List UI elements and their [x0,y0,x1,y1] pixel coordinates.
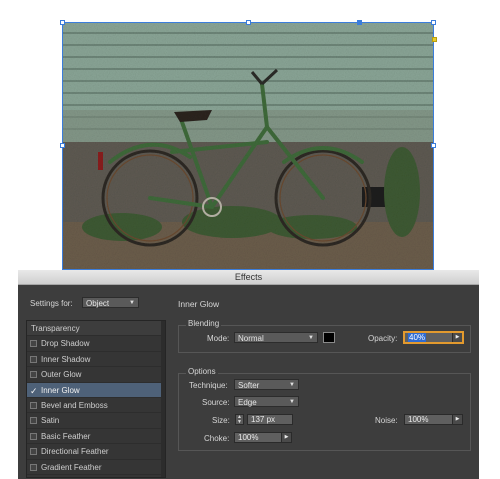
effects-list: Transparency Drop Shadow Inner Shadow Ou… [26,320,166,478]
noise-value: 100% [408,415,429,424]
chevron-right-icon[interactable]: ▶ [281,433,291,442]
list-item-satin[interactable]: Satin [27,413,165,429]
chevron-right-icon[interactable]: ▶ [452,333,462,342]
handle-middle-left[interactable] [60,143,65,148]
list-item-label: Inner Shadow [41,354,91,364]
list-item-inner-glow[interactable]: Inner Glow [27,382,165,399]
blending-legend: Blending [186,319,222,328]
settings-for-dropdown[interactable]: Object ▼ [82,297,139,308]
list-item-label: Bevel and Emboss [41,400,108,410]
list-item-label: Gradient Feather [41,462,102,472]
handle-top-center[interactable] [246,20,251,25]
technique-label: Technique: [189,381,228,390]
checkbox[interactable] [30,463,37,471]
technique-dropdown[interactable]: Softer ▼ [234,379,299,390]
size-field[interactable]: 137 px [247,414,293,425]
dialog-title: Effects [18,270,479,285]
checkbox[interactable] [30,417,37,425]
size-stepper[interactable]: ▲ ▼ [235,414,244,425]
list-item-outer-glow[interactable]: Outer Glow [27,367,165,383]
checkbox[interactable] [30,355,37,363]
checkbox[interactable] [30,340,37,348]
checkbox[interactable] [30,432,37,440]
settings-for-label: Settings for: [30,299,73,308]
chevron-down-icon: ▼ [129,300,135,306]
color-swatch[interactable] [323,332,335,343]
panel-title: Inner Glow [178,299,220,309]
corner-options-handle[interactable] [432,37,437,42]
list-item-gradient-feather[interactable]: Gradient Feather [27,460,165,475]
checkbox[interactable] [30,448,37,456]
opacity-label: Opacity: [368,334,398,343]
list-item-drop-shadow[interactable]: Drop Shadow [27,336,165,352]
list-item-basic-feather[interactable]: Basic Feather [27,429,165,445]
handle-top-left[interactable] [60,20,65,25]
chevron-right-icon[interactable]: ▶ [452,415,462,424]
canvas-image[interactable] [62,22,434,270]
source-value: Edge [238,398,257,407]
list-item-bevel-and-emboss[interactable]: Bevel and Emboss [27,398,165,414]
source-label: Source: [202,398,230,407]
handle-middle-right[interactable] [431,143,436,148]
list-scrollbar[interactable] [161,321,165,477]
options-legend: Options [186,367,218,376]
opacity-field[interactable]: 40% ▶ [404,332,463,343]
handle-top-right-link[interactable] [357,20,362,25]
handle-top-right[interactable] [431,20,436,25]
list-item-label: Satin [41,416,60,426]
mode-value: Normal [238,334,264,343]
technique-value: Softer [238,381,260,390]
chevron-down-icon: ▼ [289,399,295,405]
chevron-down-icon: ▼ [289,382,295,388]
choke-label: Choke: [204,434,230,443]
checkmark-icon[interactable] [30,384,38,399]
list-item-label: Basic Feather [41,431,91,441]
mode-dropdown[interactable]: Normal ▼ [234,332,318,343]
checkbox[interactable] [30,371,37,379]
choke-value: 100% [238,433,259,442]
list-item-label: Outer Glow [41,370,82,380]
mode-label: Mode: [207,334,230,343]
list-item-inner-shadow[interactable]: Inner Shadow [27,352,165,368]
list-item-label: Inner Glow [41,385,80,395]
list-item-label: Drop Shadow [41,339,90,349]
settings-for-value: Object [86,299,110,308]
source-dropdown[interactable]: Edge ▼ [234,396,299,407]
opacity-value: 40% [408,333,427,342]
effects-dialog: Effects Settings for: Object ▼ Transpare… [18,270,479,479]
chevron-down-icon: ▼ [308,335,314,341]
list-item-transparency[interactable]: Transparency [27,321,165,337]
noise-label: Noise: [375,416,398,425]
list-item-label: Directional Feather [41,447,109,457]
choke-field[interactable]: 100% ▶ [234,432,292,443]
list-item-directional-feather[interactable]: Directional Feather [27,444,165,460]
stepper-down-icon[interactable]: ▼ [236,420,243,425]
list-item-label: Transparency [31,324,80,333]
size-value: 137 px [251,415,276,424]
checkbox[interactable] [30,401,37,409]
noise-field[interactable]: 100% ▶ [404,414,463,425]
size-label: Size: [212,416,230,425]
